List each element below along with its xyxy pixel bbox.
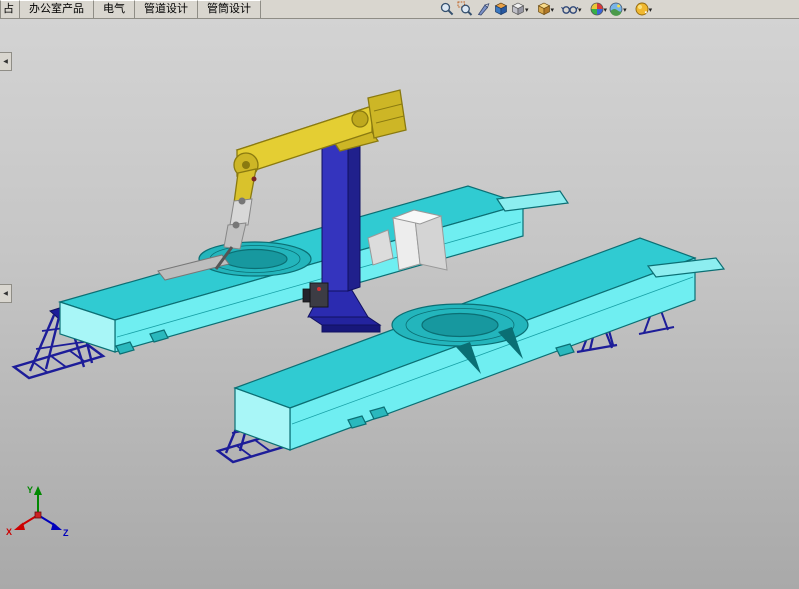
apply-scene-dropdown-icon[interactable]: ▾: [623, 8, 627, 14]
display-style-dropdown-icon[interactable]: ▾: [551, 8, 555, 14]
turntable-ring-hole: [422, 314, 498, 337]
column-shaft-front: [322, 137, 348, 291]
axis-y-arrow: [34, 486, 42, 495]
tab-tube-design[interactable]: 管筒设计: [198, 0, 261, 18]
tab-office-products[interactable]: 办公室产品: [20, 0, 94, 18]
axis-y-label: Y: [27, 485, 33, 495]
robot-counterweight: [368, 90, 406, 138]
tab-electrical[interactable]: 电气: [94, 0, 135, 18]
axis-x-label: X: [6, 527, 12, 537]
view-settings-dropdown-icon[interactable]: ▾: [649, 8, 653, 14]
motor-cylinder: [303, 289, 310, 302]
view-settings-icon[interactable]: ▾: [634, 1, 654, 17]
axis-z-label: Z: [63, 528, 69, 538]
welding-robot[interactable]: [234, 90, 406, 203]
tab-piping-design[interactable]: 管道设计: [135, 0, 198, 18]
view-orientation-icon[interactable]: ▾: [510, 1, 530, 17]
apply-scene-icon[interactable]: ▾: [608, 1, 628, 17]
beam-end-tab: [497, 191, 568, 211]
collapsed-panel-tab-middle[interactable]: ◀: [0, 284, 12, 303]
column-base-top: [310, 317, 380, 325]
wrist-joint: [239, 198, 246, 205]
turntable-ring-hole: [223, 250, 287, 269]
collapsed-panel-tab-top[interactable]: ◀: [0, 52, 12, 71]
zoom-to-area-icon[interactable]: [456, 1, 474, 17]
zoom-to-fit-icon[interactable]: [438, 1, 456, 17]
edit-appearance-icon[interactable]: ▾: [589, 1, 609, 17]
motor-indicator: [317, 287, 321, 291]
column-base-front: [322, 325, 380, 332]
reference-triad: Y X Z: [6, 485, 69, 538]
robot-shoulder-joint: [352, 111, 368, 127]
triad-origin: [35, 512, 41, 518]
hide-show-items-icon[interactable]: ▾: [561, 1, 583, 17]
motor-body: [310, 283, 328, 307]
section-view-icon[interactable]: [492, 1, 510, 17]
robot-elbow-hub: [242, 161, 250, 169]
edit-appearance-dropdown-icon[interactable]: ▾: [604, 8, 608, 14]
display-style-icon[interactable]: ▾: [536, 1, 556, 17]
tab-partial[interactable]: 占: [0, 0, 20, 18]
sketch-pen-icon[interactable]: [474, 1, 492, 17]
hide-show-dropdown-icon[interactable]: ▾: [578, 8, 582, 14]
model-3d[interactable]: Y X Z: [0, 19, 799, 589]
command-tabs: 占 办公室产品 电气 管道设计 管筒设计: [0, 0, 261, 18]
heads-up-view-toolbar: ▾ ▾ ▾ ▾ ▾ ▾: [438, 0, 653, 18]
viewport-3d[interactable]: Y X Z: [0, 19, 799, 589]
view-orientation-dropdown-icon[interactable]: ▾: [525, 8, 529, 14]
command-tabs-bar: 占 办公室产品 电气 管道设计 管筒设计 ▾ ▾ ▾: [0, 0, 799, 19]
column-shaft-side: [348, 137, 360, 291]
robot-forearm: [234, 169, 256, 203]
wrist-joint: [233, 222, 240, 229]
white-angular-fixture[interactable]: [393, 210, 447, 270]
robot-cable-connector: [252, 177, 257, 182]
